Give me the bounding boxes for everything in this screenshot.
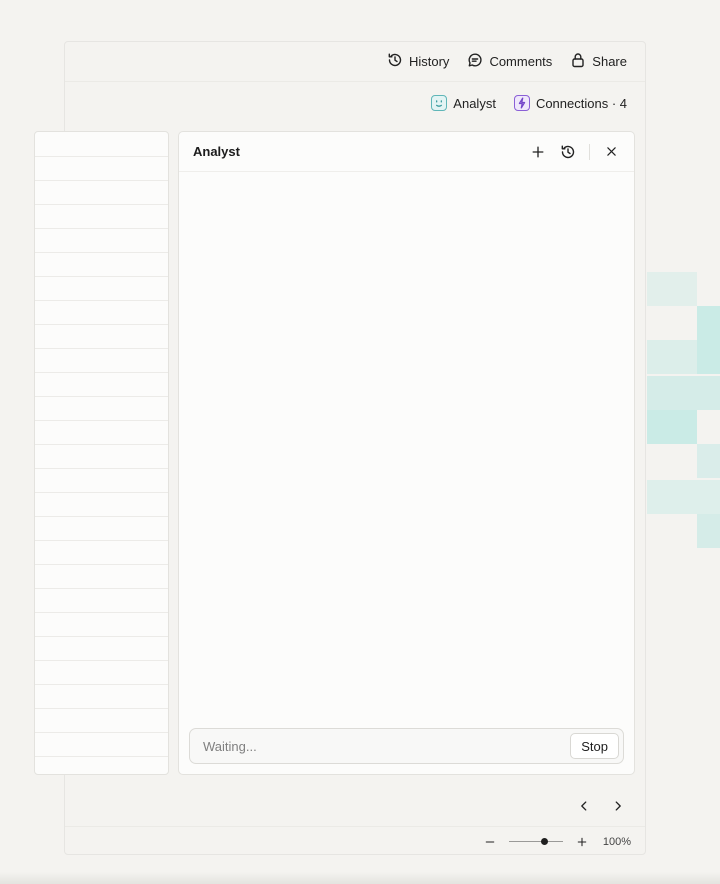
sheet-row-divider xyxy=(35,276,168,277)
background-decoration xyxy=(697,306,720,374)
sheet-row-divider xyxy=(35,564,168,565)
zoom-bar: 100% xyxy=(65,826,645,856)
sheet-row-divider xyxy=(35,156,168,157)
pager xyxy=(575,797,627,815)
background-decoration xyxy=(647,340,697,374)
background-decoration xyxy=(647,376,720,410)
top-toolbar: History Comments Share xyxy=(65,42,645,82)
close-icon[interactable] xyxy=(602,143,620,161)
sheet-row-divider xyxy=(35,372,168,373)
background-decoration xyxy=(697,514,720,548)
sheet-panel xyxy=(34,131,169,775)
sheet-row-divider xyxy=(35,684,168,685)
sheet-row-divider xyxy=(35,588,168,589)
sheet-row-divider xyxy=(35,324,168,325)
chevron-right-icon[interactable] xyxy=(609,797,627,815)
new-chat-icon[interactable] xyxy=(529,143,547,161)
zoom-level: 100% xyxy=(602,835,631,848)
history-label: History xyxy=(408,54,450,69)
background-decoration xyxy=(697,444,720,478)
stop-button[interactable]: Stop xyxy=(570,733,619,759)
analyst-panel-header: Analyst xyxy=(179,132,634,172)
sheet-row-divider xyxy=(35,636,168,637)
lightning-icon xyxy=(513,95,530,111)
background-decoration xyxy=(647,410,697,444)
sheet-row-divider xyxy=(35,228,168,229)
sheet-row-divider xyxy=(35,756,168,757)
sheet-row-divider xyxy=(35,708,168,709)
lock-icon xyxy=(570,52,586,71)
share-label: Share xyxy=(592,54,627,69)
comments-button[interactable]: Comments xyxy=(467,52,552,71)
zoom-slider[interactable] xyxy=(509,838,563,845)
sheet-row-divider xyxy=(35,732,168,733)
chevron-left-icon[interactable] xyxy=(575,797,593,815)
analyst-toggle[interactable]: Analyst xyxy=(431,95,496,111)
comments-label: Comments xyxy=(489,54,553,69)
connections-label: Connections · 4 xyxy=(535,95,627,111)
analyst-face-icon xyxy=(431,95,448,111)
analyst-toggle-label: Analyst xyxy=(453,95,496,111)
header-divider xyxy=(589,143,590,160)
sheet-row-divider xyxy=(35,348,168,349)
chat-history-icon[interactable] xyxy=(559,143,577,161)
background-decoration xyxy=(647,272,697,306)
comment-icon xyxy=(467,52,483,71)
analyst-panel: Analyst Stop xyxy=(178,131,635,775)
history-button[interactable]: History xyxy=(387,52,449,71)
zoom-out-icon[interactable] xyxy=(481,833,499,851)
sheet-row-divider xyxy=(35,180,168,181)
background-decoration xyxy=(647,480,720,514)
zoom-slider-thumb[interactable] xyxy=(541,838,549,845)
zoom-in-icon[interactable] xyxy=(573,833,591,851)
chat-input[interactable] xyxy=(201,737,571,755)
sheet-row-divider xyxy=(35,492,168,493)
share-button[interactable]: Share xyxy=(570,52,627,71)
sheet-row-divider xyxy=(35,612,168,613)
sheet-row-divider xyxy=(35,660,168,661)
sheet-row-divider xyxy=(35,468,168,469)
analyst-panel-title: Analyst xyxy=(193,144,240,159)
sheet-row-divider xyxy=(35,516,168,517)
connections-button[interactable]: Connections · 4 xyxy=(513,95,627,111)
sheet-row-divider xyxy=(35,444,168,445)
chat-input-box: Stop xyxy=(189,728,624,764)
bottom-edge xyxy=(0,872,720,884)
secondary-toolbar: Analyst Connections · 4 xyxy=(65,92,645,114)
history-icon xyxy=(387,52,403,71)
sheet-row-divider xyxy=(35,420,168,421)
sheet-row-divider xyxy=(35,252,168,253)
sheet-row-divider xyxy=(35,204,168,205)
sheet-row-divider xyxy=(35,300,168,301)
sheet-row-divider xyxy=(35,540,168,541)
sheet-row-divider xyxy=(35,396,168,397)
analyst-panel-actions xyxy=(529,143,620,161)
